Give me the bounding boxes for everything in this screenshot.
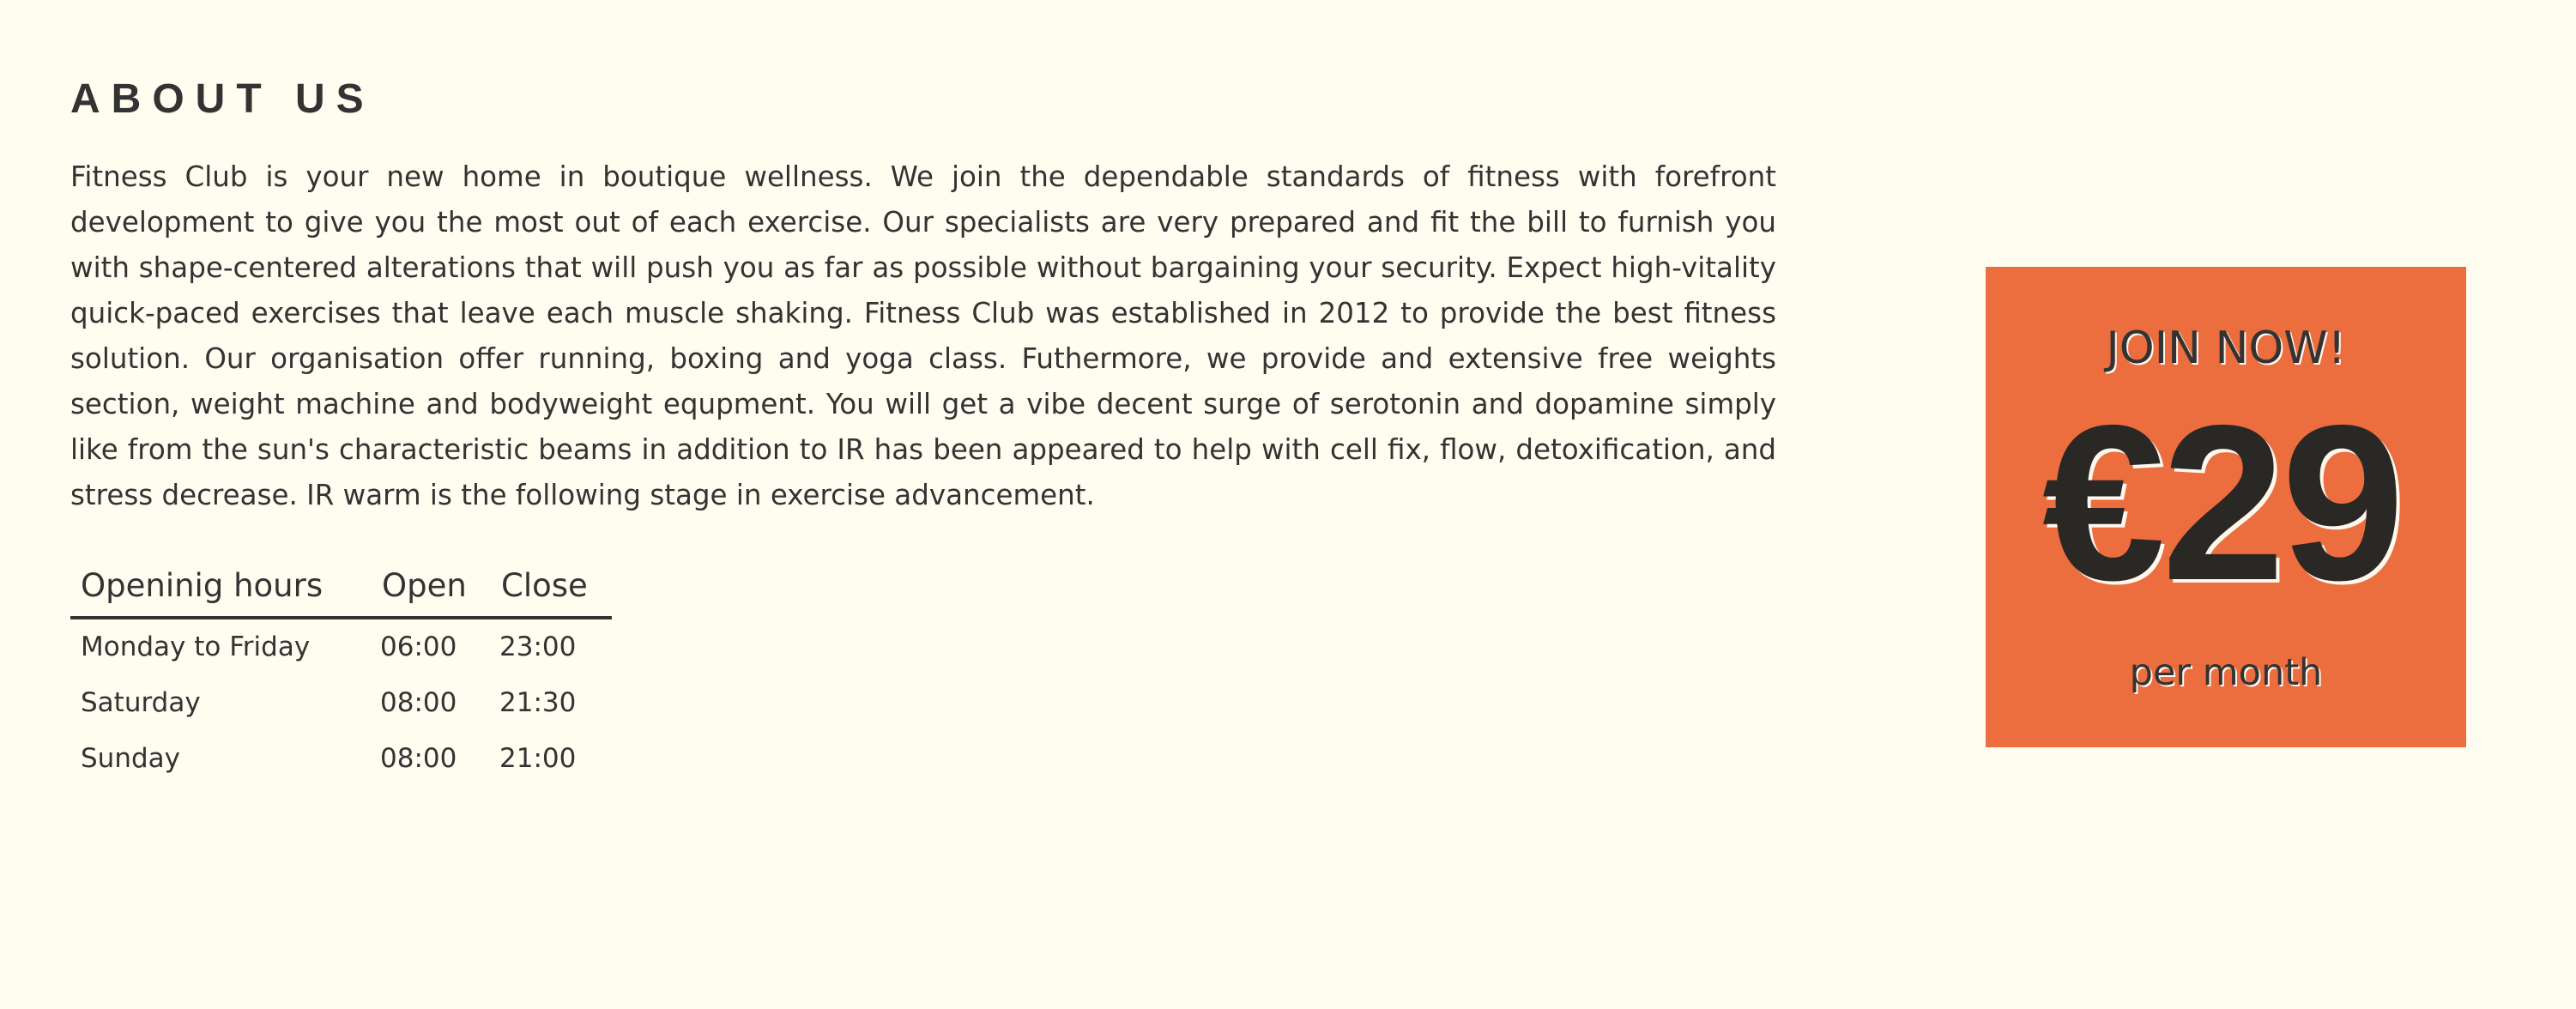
row-close-time: 21:00 — [499, 743, 577, 774]
header-opening-hours: Openinig hours — [70, 558, 372, 619]
row-close-time: 23:00 — [499, 631, 577, 662]
header-open: Open — [372, 558, 491, 619]
row-open-time: 08:00 — [380, 687, 457, 718]
row-open-time: 08:00 — [380, 743, 457, 774]
about-section: ABOUT US Fitness Club is your new home i… — [70, 70, 1776, 787]
row-day: Sunday — [81, 743, 180, 774]
join-now-promo-box[interactable]: JOIN NOW! €29 per month — [1986, 267, 2466, 747]
header-close: Close — [491, 558, 612, 619]
price-period-label: per month — [2129, 651, 2323, 694]
table-row: Saturday 08:00 21:30 — [70, 675, 612, 731]
row-open-time: 06:00 — [380, 631, 457, 662]
row-day: Saturday — [81, 687, 201, 718]
row-day: Monday to Friday — [81, 631, 311, 662]
row-close-time: 21:30 — [499, 687, 577, 718]
about-heading: ABOUT US — [70, 76, 375, 122]
join-now-label[interactable]: JOIN NOW! — [1986, 322, 2466, 375]
table-row: Monday to Friday 06:00 23:00 — [70, 618, 612, 675]
about-paragraph: Fitness Club is your new home in boutiqu… — [70, 160, 1776, 511]
table-header-row: Openinig hours Open Close — [70, 558, 612, 619]
opening-hours-table: Openinig hours Open Close Monday to Frid… — [70, 558, 612, 787]
table-row: Sunday 08:00 21:00 — [70, 731, 612, 787]
price-label: €29 — [2041, 378, 2404, 626]
